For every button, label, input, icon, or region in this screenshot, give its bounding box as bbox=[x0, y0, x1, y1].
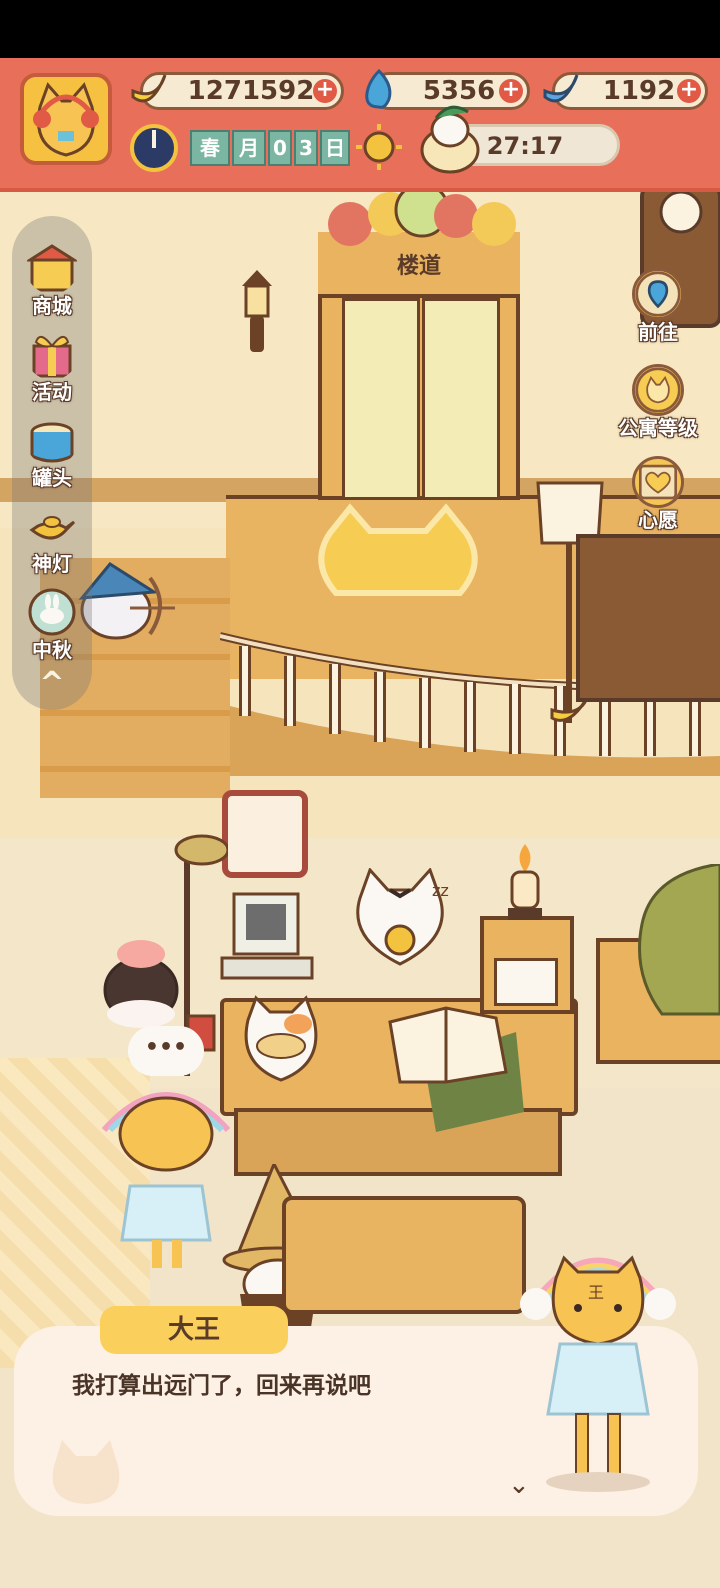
apartment-level-label: 公寓等级 bbox=[618, 416, 698, 440]
wall-lamp bbox=[242, 270, 272, 352]
ribbon-cat[interactable] bbox=[96, 934, 186, 1034]
bird-egg-icon[interactable] bbox=[416, 96, 486, 176]
flower-garland bbox=[328, 184, 516, 246]
notice-board bbox=[222, 790, 308, 878]
shop-icon bbox=[26, 244, 78, 292]
open-book[interactable] bbox=[386, 1002, 526, 1132]
add-banana-button[interactable]: + bbox=[313, 79, 337, 103]
thought-bubble: ••• bbox=[128, 1026, 204, 1076]
apartment-level-button[interactable]: 公寓等级 bbox=[616, 364, 700, 448]
day-tens: 0 bbox=[268, 130, 292, 166]
calico-cat[interactable] bbox=[236, 994, 326, 1084]
day-ones: 3 bbox=[294, 130, 318, 166]
sidebar-item-label: 神灯 bbox=[32, 552, 72, 576]
currency-banana[interactable]: 1271592 + bbox=[131, 72, 344, 110]
note-paper bbox=[494, 958, 558, 1006]
sidebar-item-label: 活动 bbox=[32, 380, 72, 404]
sidebar-item-label: 商城 bbox=[32, 294, 72, 318]
heart-book-icon bbox=[632, 456, 684, 508]
add-blue-banana-button[interactable]: + bbox=[677, 79, 701, 103]
dialog-text: 我打算出远门了，回来再说吧 bbox=[72, 1373, 371, 1399]
month-label: 月 bbox=[232, 130, 266, 166]
computer[interactable] bbox=[218, 888, 318, 988]
calendar-bar: 春 月 0 3 日 bbox=[128, 122, 350, 172]
blue-banana-icon bbox=[543, 74, 579, 103]
day-suffix: 日 bbox=[320, 130, 350, 166]
door-right-panel bbox=[422, 298, 500, 500]
goto-label: 前往 bbox=[638, 320, 678, 344]
magic-lamp-icon bbox=[29, 516, 76, 540]
sidebar-collapse-button[interactable]: ^ bbox=[36, 666, 68, 701]
tiger-king-portrait: 王 bbox=[520, 1255, 676, 1492]
banana-amount: 1271592 bbox=[187, 76, 315, 106]
door-left-panel bbox=[342, 298, 420, 500]
day-night-dial-icon bbox=[130, 124, 178, 172]
blue-flame-icon bbox=[365, 68, 392, 109]
cat-cushion[interactable] bbox=[310, 503, 486, 603]
sidebar-item-lamp[interactable]: 神灯 bbox=[12, 500, 92, 582]
goto-button[interactable]: 前往 bbox=[616, 268, 700, 352]
sidebar-item-events[interactable]: 活动 bbox=[12, 328, 92, 410]
can-icon bbox=[30, 422, 74, 463]
player-avatar[interactable] bbox=[20, 73, 112, 165]
cat-badge-icon bbox=[632, 364, 684, 416]
sidebar-item-label: 罐头 bbox=[32, 466, 72, 490]
left-sidebar: 商城 活动 罐头 神灯 中秋 ^ bbox=[12, 216, 92, 710]
map-pin-icon bbox=[632, 268, 684, 320]
svg-text:zz: zz bbox=[432, 881, 449, 900]
cabinet bbox=[576, 534, 720, 702]
sun-weather-icon[interactable] bbox=[356, 124, 402, 170]
svg-text:王: 王 bbox=[588, 1283, 604, 1302]
sidebar-item-shop[interactable]: 商城 bbox=[12, 242, 92, 324]
gift-icon bbox=[32, 335, 72, 378]
hallway-door[interactable]: 楼道 bbox=[318, 232, 520, 500]
sidebar-item-label: 中秋 bbox=[32, 638, 72, 662]
currency-blue-banana[interactable]: 1192 + bbox=[543, 72, 708, 110]
oil-lamp bbox=[508, 844, 542, 920]
sleeping-white-cat[interactable]: zz bbox=[340, 868, 460, 978]
sidebar-item-cans[interactable]: 罐头 bbox=[12, 414, 92, 496]
cat-watermark-icon bbox=[52, 1440, 120, 1504]
season-label: 春 bbox=[190, 130, 230, 166]
tiger-king-walking[interactable] bbox=[96, 1070, 236, 1270]
cat-avatar-icon bbox=[33, 82, 99, 157]
wish-label: 心愿 bbox=[638, 508, 678, 532]
sidebar-item-midautumn[interactable]: 中秋 bbox=[12, 586, 92, 668]
banana-icon bbox=[131, 74, 167, 103]
wish-button[interactable]: 心愿 bbox=[616, 456, 700, 540]
add-flame-button[interactable]: + bbox=[499, 79, 523, 103]
green-armchair[interactable] bbox=[632, 864, 720, 1024]
speaker-name-tag: 大王 bbox=[100, 1306, 288, 1354]
blue-banana-amount: 1192 bbox=[602, 76, 676, 106]
floor-rug bbox=[282, 1196, 526, 1314]
moon-rabbit-icon bbox=[28, 588, 76, 636]
